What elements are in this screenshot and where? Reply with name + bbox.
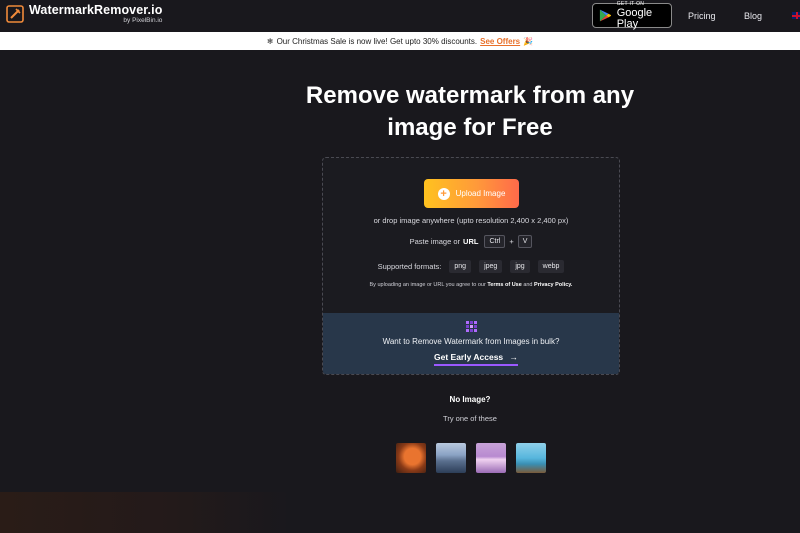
terms-notice: By uploading an image or URL you agree t… — [323, 282, 619, 288]
google-play-label: Google Play — [616, 6, 653, 30]
google-play-small-label: GET IT ON — [616, 0, 645, 7]
logo-icon — [6, 5, 24, 23]
format-chip-jpg: jpg — [510, 260, 530, 273]
party-icon: 🎉 — [523, 36, 534, 46]
privacy-policy-link[interactable]: Privacy Policy. — [534, 282, 572, 288]
top-header: WatermarkRemover.io by PixelBin.io GET I… — [0, 0, 800, 32]
upload-image-button[interactable]: + Upload Image — [424, 179, 519, 208]
sale-message: Our Christmas Sale is now live! Get upto… — [276, 36, 478, 46]
sale-banner: ❄ Our Christmas Sale is now live! Get up… — [0, 32, 800, 50]
nav-pricing-link[interactable]: Pricing — [688, 11, 716, 21]
ctrl-key: Ctrl — [484, 235, 506, 248]
arrow-right-icon: → — [509, 352, 519, 362]
google-play-button[interactable]: GET IT ON Google Play — [592, 0, 672, 30]
get-early-access-link[interactable]: Get Early Access → — [434, 352, 519, 366]
sample-image-autumn[interactable] — [396, 443, 426, 473]
terms-and: and — [523, 282, 533, 288]
sample-image-mountain[interactable] — [436, 443, 466, 473]
format-chip-jpeg: jpeg — [479, 260, 503, 273]
site-logo[interactable]: WatermarkRemover.io by PixelBin.io — [6, 4, 162, 24]
logo-subtitle: by PixelBin.io — [123, 16, 163, 24]
sample-subheading: Try one of these — [443, 414, 497, 423]
supported-formats: Supported formats: png jpeg jpg webp — [323, 260, 619, 273]
upload-dropzone[interactable]: + Upload Image or drop image anywhere (u… — [322, 157, 620, 375]
drop-hint: or drop image anywhere (upto resolution … — [373, 216, 569, 225]
v-key: V — [517, 235, 533, 248]
format-chip-png: png — [449, 260, 472, 273]
paste-url-link[interactable]: URL — [463, 237, 478, 246]
logo-title: WatermarkRemover.io — [29, 3, 163, 17]
plus-icon: + — [437, 187, 450, 200]
early-access-label: Get Early Access — [434, 352, 504, 362]
sample-image-pier[interactable] — [516, 443, 546, 473]
paste-label: Paste image or — [409, 237, 461, 246]
sample-heading: No Image? — [449, 395, 491, 404]
background-glow — [0, 492, 290, 533]
pixelbin-icon — [466, 321, 477, 332]
see-offers-link[interactable]: See Offers — [480, 37, 520, 46]
key-plus: + — [509, 237, 514, 246]
sample-image-lake[interactable] — [476, 443, 506, 473]
bulk-question: Want to Remove Watermark from Images in … — [382, 337, 560, 346]
terms-of-use-link[interactable]: Terms of Use — [487, 282, 521, 288]
formats-label: Supported formats: — [377, 262, 442, 271]
nav-blog-link[interactable]: Blog — [744, 11, 762, 21]
google-play-icon — [599, 9, 612, 22]
bulk-panel: Want to Remove Watermark from Images in … — [323, 313, 619, 374]
language-flag-icon[interactable] — [792, 12, 800, 19]
page-title: Remove watermark from any image for Free — [305, 82, 635, 141]
snowflake-icon: ❄ — [266, 36, 274, 46]
terms-prefix: By uploading an image or URL you agree t… — [369, 282, 486, 288]
upload-button-label: Upload Image — [455, 189, 506, 198]
format-chip-webp: webp — [537, 260, 565, 273]
paste-hint: Paste image or URL Ctrl + V — [323, 235, 619, 248]
